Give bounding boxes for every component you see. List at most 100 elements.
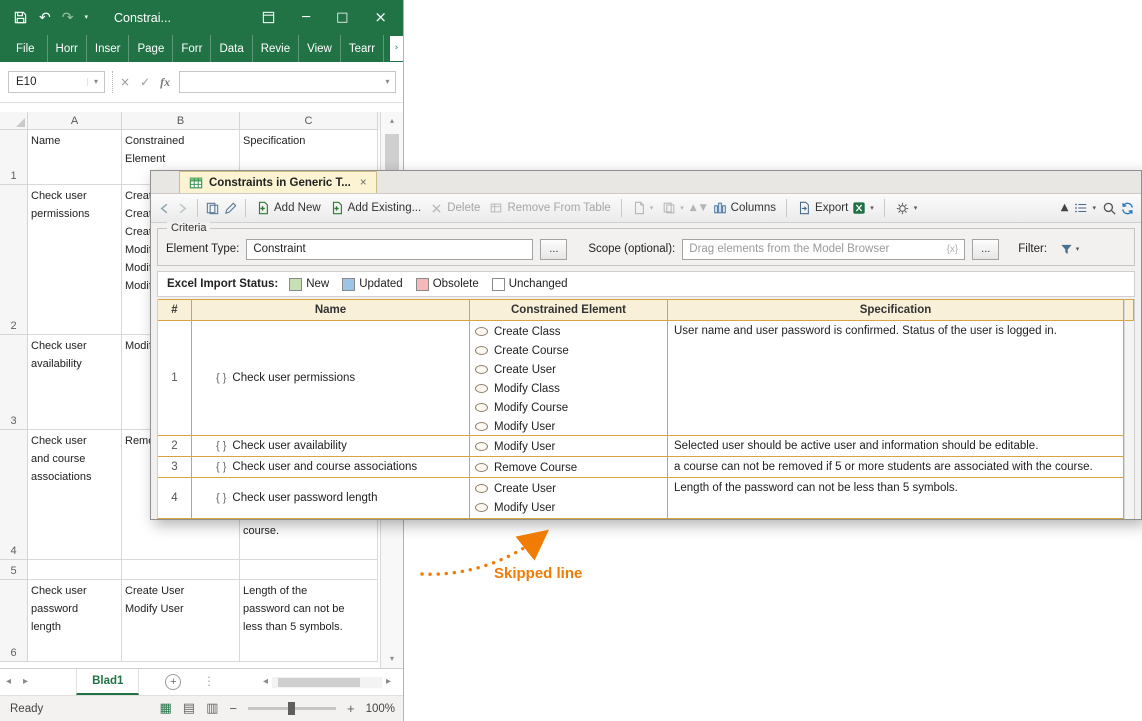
cancel-icon[interactable]: × [120,76,130,88]
specification-cell[interactable]: Selected user should be active user and … [668,436,1124,457]
column-header-b[interactable]: B [122,112,240,130]
delete-button[interactable]: Delete [427,200,483,217]
copy-rows-icon[interactable] [205,201,220,216]
specification-cell[interactable]: Length of the password can not be less t… [668,478,1124,519]
show-list-button[interactable]: ▾ [1071,199,1099,217]
header-number[interactable]: # [158,299,192,321]
cell-a3[interactable]: Check user availability [28,335,122,430]
insert-function-icon[interactable]: fx [160,75,170,90]
column-header-c[interactable]: C [240,112,378,130]
table-scrollbar[interactable] [1124,457,1134,478]
edit-icon[interactable] [223,201,238,216]
constraint-name-cell[interactable]: { } Check user permissions [192,321,470,436]
ribbon-tab-insert[interactable]: Inser [85,35,129,62]
cell-a4[interactable]: Check user and course associations [28,430,122,560]
ribbon-tab-page-layout[interactable]: Page [128,35,172,62]
constraint-name-cell[interactable]: { } Check user availability [192,436,470,457]
scroll-up-icon[interactable]: ▴ [381,112,403,130]
sheet-nav-left-icon[interactable]: ◂ [0,677,17,687]
scope-expression-icon[interactable]: {x} [947,244,959,255]
zoom-out-icon[interactable]: − [229,701,237,716]
constraint-name-cell[interactable]: { } Check user and course associations [192,457,470,478]
specification-cell[interactable]: a course can not be removed if 5 or more… [668,457,1124,478]
move-up-icon[interactable]: ▲ [690,203,697,213]
cell-c5[interactable] [240,560,378,580]
horizontal-scrollbar[interactable]: ◂ ▸ [263,676,391,688]
close-icon[interactable]: × [374,10,387,25]
formula-input[interactable]: ▾ [179,71,396,93]
scroll-right-icon[interactable]: ▸ [386,677,391,687]
name-box[interactable]: E10 ▾ [8,71,105,93]
zoom-in-icon[interactable]: + [347,701,355,716]
ribbon-tab-team[interactable]: Tearr [339,35,383,62]
header-constrained-element[interactable]: Constrained Element [470,299,668,321]
ribbon-tab-home[interactable]: Horr [46,35,86,62]
table-row-3[interactable]: 3 { } Check user and course associations… [158,457,1134,478]
scope-browse-button[interactable]: ... [972,238,1000,260]
table-scrollbar[interactable] [1124,321,1134,436]
export-button[interactable]: Export ▾ [794,199,877,217]
page-break-view-icon[interactable]: ▥ [206,702,218,715]
sheet-nav-right-icon[interactable]: ▸ [17,677,34,687]
ribbon-tab-file[interactable]: File [0,35,47,62]
header-name[interactable]: Name [192,299,470,321]
header-specification[interactable]: Specification [668,299,1124,321]
constrained-element-cell[interactable]: Modify User [470,436,668,457]
qat-customize-chevron-icon[interactable]: ▾ [84,14,88,21]
enter-icon[interactable]: ✓ [140,76,150,88]
horizontal-scrollbar-track[interactable] [271,676,382,688]
dialog-tab[interactable]: Constraints in Generic T... × [179,171,377,193]
columns-button[interactable]: Columns [710,199,779,217]
table-row-2[interactable]: 2 { } Check user availability Modify Use… [158,436,1134,457]
remove-from-table-button[interactable]: Remove From Table [486,199,613,217]
scroll-down-icon[interactable]: ▾ [381,650,403,668]
forward-icon[interactable] [175,201,190,216]
cell-c6[interactable]: Length of the password can not be less t… [240,580,378,662]
table-row-4[interactable]: 4 { } Check user password length Create … [158,478,1134,519]
specification-cell[interactable]: User name and user password is confirmed… [668,321,1124,436]
cell-a6[interactable]: Check user password length [28,580,122,662]
scope-field[interactable]: Drag elements from the Model Browser {x} [682,238,966,260]
cell-b6[interactable]: Create User Modify User [122,580,240,662]
cell-b5[interactable] [122,560,240,580]
move-scheme-button[interactable]: ▾ [629,199,657,217]
ribbon-tab-review[interactable]: Revie [251,35,298,62]
dialog-tab-close-icon[interactable]: × [360,177,367,189]
search-icon[interactable] [1102,201,1117,216]
constrained-element-cell[interactable]: Remove Course [470,457,668,478]
cell-a1[interactable]: Name [28,130,122,185]
row-header[interactable]: 3 [0,335,28,430]
options-button[interactable]: ▾ [892,199,921,218]
horizontal-scrollbar-thumb[interactable] [277,677,360,687]
save-icon[interactable] [13,10,28,25]
normal-view-icon[interactable]: ▦ [160,702,172,715]
sheet-tab-blad1[interactable]: Blad1 [76,669,140,695]
back-icon[interactable] [157,201,172,216]
table-row-1[interactable]: 1 { } Check user permissions Create Clas… [158,321,1134,436]
maximize-icon[interactable]: □ [336,11,348,24]
constrained-element-cell[interactable]: Create Class Create Course Create User M… [470,321,668,436]
page-layout-view-icon[interactable]: ▤ [183,702,195,715]
zoom-slider[interactable] [247,702,336,715]
element-type-field[interactable]: Constraint [246,238,534,260]
row-header[interactable]: 6 [0,580,28,662]
column-header-a[interactable]: A [28,112,122,130]
select-all-corner[interactable] [0,112,28,130]
name-box-dropdown-icon[interactable]: ▾ [87,78,104,86]
add-new-button[interactable]: Add New [253,199,324,217]
move-down-icon[interactable]: ▼ [700,203,707,213]
redo-icon[interactable]: ↷ [62,11,74,25]
scroll-left-icon[interactable]: ◂ [263,677,268,687]
ribbon-display-options-icon[interactable] [261,10,276,25]
filter-button[interactable]: ▾ [1054,239,1084,260]
refresh-icon[interactable] [1120,201,1135,216]
ribbon-overflow-chevron-icon[interactable]: › [390,36,403,61]
collapse-panel-icon[interactable]: ▲ [1061,203,1069,213]
add-sheet-icon[interactable]: + [165,674,182,690]
zoom-slider-thumb[interactable] [287,702,295,715]
element-type-browse-button[interactable]: ... [540,238,568,260]
add-existing-button[interactable]: Add Existing... [327,199,425,217]
formula-expand-chevron-icon[interactable]: ▾ [380,78,395,86]
cell-a2[interactable]: Check user permissions [28,185,122,335]
row-header[interactable]: 1 [0,130,28,185]
